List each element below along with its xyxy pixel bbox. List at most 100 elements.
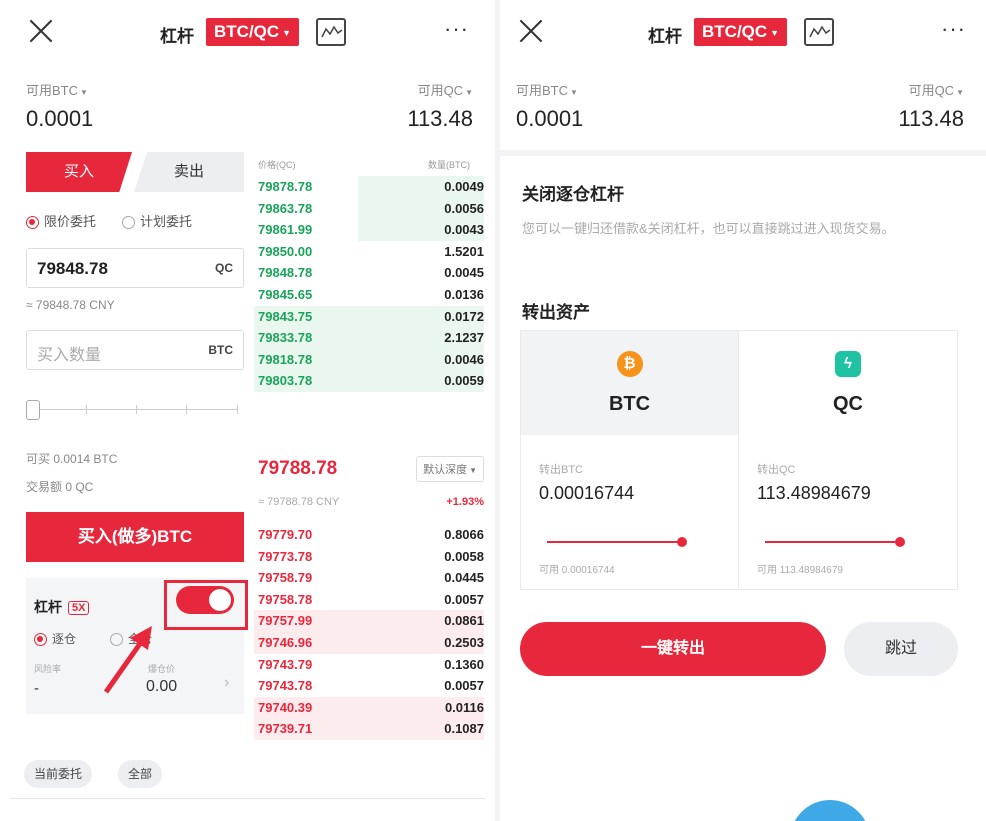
header: 杠杆 BTC/QC ▼ ··· xyxy=(0,0,495,62)
avail-qc-value: 113.48 xyxy=(407,106,473,131)
bid-row[interactable]: 79779.70 0.8066 xyxy=(254,524,484,546)
tab-current-orders[interactable]: 当前委托 xyxy=(24,760,93,788)
ask-row[interactable]: 79850.00 1.5201 xyxy=(254,241,484,263)
bid-row[interactable]: 79758.78 0.0057 xyxy=(254,589,484,611)
close-icon[interactable] xyxy=(518,18,544,44)
order-price: 79757.99 xyxy=(258,613,313,629)
order-qty: 0.0046 xyxy=(444,351,484,367)
ask-row[interactable]: 79878.78 0.0049 xyxy=(254,176,484,198)
kline-chart-icon[interactable] xyxy=(316,18,346,46)
risk-label: 风险率 xyxy=(34,664,62,674)
slider-knob[interactable] xyxy=(26,400,40,420)
more-icon[interactable]: ··· xyxy=(941,16,966,42)
price-unit: QC xyxy=(215,261,233,275)
price-input[interactable]: 79848.78 QC xyxy=(26,248,244,288)
order-qty: 0.0445 xyxy=(444,570,484,586)
last-price: 79788.78 xyxy=(258,458,338,479)
ask-row[interactable]: 79843.75 0.0172 xyxy=(254,305,484,328)
order-qty: 0.0058 xyxy=(444,548,484,564)
ask-row[interactable]: 79818.78 0.0046 xyxy=(254,348,484,371)
order-price: 79743.78 xyxy=(258,678,313,694)
amount-slider[interactable] xyxy=(26,398,244,422)
slider-knob[interactable] xyxy=(895,537,905,547)
radio-checked-icon xyxy=(26,216,39,230)
plan-order-radio[interactable]: 计划委托 xyxy=(122,211,192,230)
more-icon[interactable]: ··· xyxy=(444,16,469,42)
ask-list: 79878.78 0.0049 79863.78 0.0056 79861.99 0.00… xyxy=(254,176,484,392)
close-margin-title: 关闭逐仓杠杆 xyxy=(522,185,624,204)
buy-sell-tabs: 买入 卖出 xyxy=(26,152,244,192)
ask-row[interactable]: 79803.78 0.0059 xyxy=(254,370,484,392)
amount-placeholder: 买入数量 xyxy=(37,347,102,364)
ask-row[interactable]: 79861.99 0.0043 xyxy=(254,219,484,241)
order-price: 79833.78 xyxy=(258,330,313,346)
bid-row[interactable]: 79739.71 0.1087 xyxy=(254,718,484,740)
order-price: 79746.96 xyxy=(258,634,313,650)
close-icon[interactable] xyxy=(28,18,54,44)
header: 杠杆 BTC/QC ▼ ··· xyxy=(500,0,986,62)
bid-row[interactable]: 79746.96 0.2503 xyxy=(254,631,484,654)
pair-label: BTC/QC xyxy=(214,22,280,41)
arrow-annotation-icon xyxy=(103,626,152,694)
avail-qc-value: 113.48 xyxy=(898,106,964,131)
leverage-title: 杠杆 5X xyxy=(34,597,90,617)
transfer-title: 转出资产 xyxy=(522,303,590,322)
limit-order-radio[interactable]: 限价委托 xyxy=(26,211,96,230)
depth-selector[interactable]: 默认深度 ▼ xyxy=(416,456,484,482)
divider xyxy=(10,798,485,799)
ask-row[interactable]: 79833.78 2.1237 xyxy=(254,327,484,349)
transfer-card: ₿ BTC 转出BTC 0.00016744 可用 0.00016744 ϟ Q… xyxy=(520,330,958,590)
order-qty: 0.2503 xyxy=(444,634,484,650)
slider-tick xyxy=(86,405,87,414)
bid-row[interactable]: 79757.99 0.0861 xyxy=(254,610,484,632)
page-title: 杠杆 xyxy=(648,27,682,46)
tab-sell[interactable]: 卖出 xyxy=(134,152,244,192)
ask-row[interactable]: 79845.65 0.0136 xyxy=(254,284,484,306)
order-qty: 0.0057 xyxy=(444,678,484,694)
close-margin-panel: 杠杆 BTC/QC ▼ ··· 可用BTC ▼ 可用QC ▼ 0.0001 113.4… xyxy=(500,0,986,821)
decorative-blob xyxy=(790,800,870,821)
pair-selector[interactable]: BTC/QC ▼ xyxy=(694,18,788,46)
order-price: 79758.79 xyxy=(258,570,313,586)
order-qty: 1.5201 xyxy=(444,243,484,259)
slider-knob[interactable] xyxy=(677,537,687,547)
tab-all-orders[interactable]: 全部 xyxy=(118,760,163,788)
one-click-transfer-button[interactable]: 一键转出 xyxy=(520,622,826,676)
qc-name: QC xyxy=(833,393,863,415)
btc-header: ₿ BTC xyxy=(521,331,738,435)
radio-checked-icon xyxy=(34,633,47,647)
order-qty: 0.1087 xyxy=(444,721,484,737)
btc-transfer-label: 转出BTC xyxy=(539,464,583,476)
btc-column[interactable]: ₿ BTC 转出BTC 0.00016744 可用 0.00016744 xyxy=(521,331,739,589)
chevron-right-icon[interactable]: › xyxy=(224,674,229,692)
skip-button[interactable]: 跳过 xyxy=(844,622,958,676)
slider-tick xyxy=(136,405,137,414)
margin-trade-panel: 杠杆 BTC/QC ▼ ··· 可用BTC ▼ 可用QC ▼ 0.0001 113.4… xyxy=(0,0,495,821)
order-qty: 0.0136 xyxy=(444,286,484,302)
amount-input[interactable]: 买入数量 BTC xyxy=(26,330,244,370)
bid-row[interactable]: 79743.79 0.1360 xyxy=(254,654,484,676)
tab-buy[interactable]: 买入 xyxy=(26,152,132,192)
qc-header: ϟ QC xyxy=(739,331,957,435)
bid-row[interactable]: 79740.39 0.0116 xyxy=(254,696,484,719)
bid-row[interactable]: 79743.78 0.0057 xyxy=(254,675,484,697)
btc-amount-slider[interactable] xyxy=(547,537,687,547)
isolated-radio[interactable]: 逐仓 xyxy=(34,630,76,647)
pair-label: BTC/QC xyxy=(702,22,768,41)
ask-row[interactable]: 79848.78 0.0045 xyxy=(254,262,484,284)
price-value: 79848.78 xyxy=(37,259,108,278)
buy-long-button[interactable]: 买入(做多)BTC xyxy=(26,512,244,562)
pair-selector[interactable]: BTC/QC ▼ xyxy=(206,18,300,46)
order-qty: 0.0056 xyxy=(444,200,484,216)
kline-chart-icon[interactable] xyxy=(804,18,834,46)
qc-amount-slider[interactable] xyxy=(765,537,905,547)
bid-row[interactable]: 79773.78 0.0058 xyxy=(254,546,484,568)
ask-row[interactable]: 79863.78 0.0056 xyxy=(254,197,484,220)
order-qty: 0.0172 xyxy=(444,308,484,324)
bid-row[interactable]: 79758.79 0.0445 xyxy=(254,567,484,589)
order-price: 79843.75 xyxy=(258,308,313,324)
order-price: 79845.65 xyxy=(258,286,313,302)
slider-tick xyxy=(186,405,187,414)
qc-column[interactable]: ϟ QC 转出QC 113.48984679 可用 113.48984679 xyxy=(739,331,957,589)
leverage-badge: 5X xyxy=(68,601,90,616)
